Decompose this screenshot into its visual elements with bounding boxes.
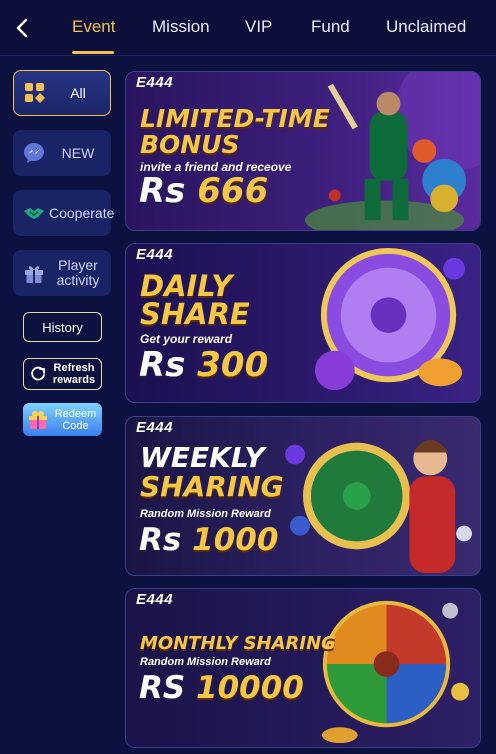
redeem-code-label: Redeem Code: [54, 407, 97, 432]
sidebar-item-all[interactable]: All: [13, 70, 111, 116]
brand-label: E444: [136, 419, 174, 436]
chevron-left-icon: [16, 18, 28, 38]
gift-box-icon: [29, 410, 47, 429]
banner-amount: Rs 666: [139, 174, 268, 208]
amount-value: 10000: [196, 670, 304, 706]
refresh-rewards-button[interactable]: Refresh rewards: [23, 358, 102, 390]
currency-label: RS: [139, 670, 186, 706]
gift-icon: [19, 258, 49, 288]
banner-subtitle: Get your reward: [140, 332, 233, 346]
banner-amount: RS 10000: [139, 673, 304, 704]
tab-vip[interactable]: VIP: [245, 17, 272, 37]
tab-event[interactable]: Event: [72, 17, 115, 37]
banner-art-spin-wheel: [126, 589, 480, 747]
sidebar-item-label: All: [70, 84, 86, 101]
sidebar-item-new[interactable]: NEW: [13, 130, 111, 176]
sidebar-item-label: Player activity: [56, 257, 100, 288]
banner-weekly-sharing[interactable]: E444 WEEKLY SHARING Random Mission Rewar…: [125, 416, 481, 576]
refresh-rewards-label: Refresh rewards: [52, 362, 96, 386]
brand-label: E444: [136, 246, 174, 263]
banner-amount: Rs 300: [139, 348, 268, 382]
currency-label: Rs: [139, 522, 182, 558]
banner-amount: Rs 1000: [139, 525, 278, 556]
banner-subtitle: Random Mission Reward: [140, 508, 271, 520]
history-button[interactable]: History: [23, 312, 102, 342]
banner-headline: LIMITED-TIME: [140, 104, 330, 133]
banner-headline: MONTHLY SHARING: [140, 633, 336, 654]
messenger-icon: [19, 138, 49, 168]
banner-headline-2: SHARING: [140, 470, 284, 503]
sidebar-item-label: NEW: [61, 144, 95, 161]
amount-value: 300: [197, 345, 269, 385]
redeem-code-button[interactable]: Redeem Code: [23, 403, 102, 436]
handshake-icon: [19, 198, 49, 228]
currency-label: Rs: [139, 171, 186, 211]
tab-fund[interactable]: Fund: [311, 17, 350, 37]
refresh-icon: [31, 366, 45, 381]
top-nav: Event Mission VIP Fund Unclaimed: [0, 0, 496, 56]
amount-value: 1000: [192, 522, 279, 558]
back-button[interactable]: [10, 14, 34, 42]
sidebar-item-label: Cooperate: [49, 204, 115, 221]
banner-monthly-sharing[interactable]: E444 MONTHLY SHARING Random Mission Rewa…: [125, 588, 481, 748]
amount-value: 666: [197, 171, 269, 211]
banner-headline: WEEKLY: [140, 441, 265, 474]
brand-label: E444: [136, 74, 174, 91]
brand-label: E444: [136, 591, 174, 608]
banner-headline-2: SHARE: [140, 297, 250, 331]
banner-subtitle: Random Mission Reward: [140, 656, 271, 668]
currency-label: Rs: [139, 345, 186, 385]
active-tab-indicator: [72, 51, 114, 54]
grid-icon: [20, 78, 50, 108]
banner-daily-share[interactable]: E444 DAILY SHARE Get your reward Rs 300: [125, 243, 481, 403]
sidebar-item-cooperate[interactable]: Cooperate: [13, 190, 114, 236]
banner-headline-2: BONUS: [140, 130, 240, 159]
sidebar-item-player-activity[interactable]: Player activity: [13, 250, 111, 296]
tab-mission[interactable]: Mission: [152, 17, 210, 37]
tab-unclaimed[interactable]: Unclaimed: [386, 17, 466, 37]
banner-limited-time-bonus[interactable]: E444 LIMITED-TIME BONUS invite a friend …: [125, 71, 481, 231]
